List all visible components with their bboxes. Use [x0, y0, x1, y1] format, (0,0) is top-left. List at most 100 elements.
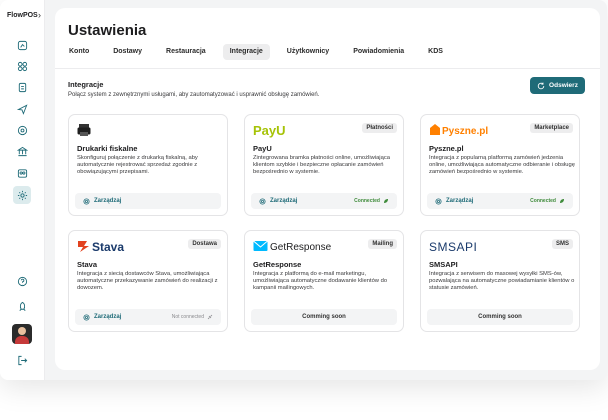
divider: [55, 68, 600, 69]
integration-card-stava: Stava Dostawa Stava Integracja z siecią …: [68, 230, 228, 332]
sidebar-item-orders[interactable]: [13, 78, 31, 96]
status-badge: Connected: [354, 198, 389, 204]
integration-card-smsapi: SMSAPI SMS SMSAPI Integracja z serwisem …: [420, 230, 580, 332]
sidebar-item-dashboard[interactable]: [13, 36, 31, 54]
manage-button[interactable]: Zarządzaj: [435, 197, 474, 205]
tab-konto[interactable]: Konto: [62, 44, 96, 60]
svg-text:PayU: PayU: [253, 123, 286, 138]
integration-card-pyszne: Pyszne.pl Marketplace Pyszne.pl Integrac…: [420, 114, 580, 216]
manage-label: Zarządzaj: [94, 314, 122, 320]
grid-icon: [17, 61, 27, 71]
manage-label: Zarządzaj: [94, 198, 122, 204]
coming-soon-label: Comming soon: [302, 314, 346, 320]
leaf-icon: [560, 199, 564, 203]
printer-icon: [77, 121, 91, 138]
pyszne-logo: Pyszne.pl: [429, 121, 489, 138]
status-label: Not connected: [171, 314, 204, 320]
getresponse-logo: GetResponse: [253, 237, 333, 254]
logout-icon: [17, 355, 27, 365]
category-badge: Płatności: [362, 123, 397, 133]
tab-integracje[interactable]: Integracje: [222, 44, 270, 60]
sidebar-item-bank[interactable]: [13, 142, 31, 160]
send-icon: [16, 103, 27, 115]
sidebar-item-location[interactable]: [13, 121, 31, 139]
card-name: SMSAPI: [429, 260, 458, 269]
card-description: Integracja z serwisem do masowej wysyłki…: [429, 271, 575, 292]
card-name: PayU: [253, 144, 272, 153]
gear-icon: [83, 197, 90, 205]
integration-card-payu: PayU Płatności PayU Zintegrowana bramka …: [244, 114, 404, 216]
integration-card-printers: Drukarki fiskalne Skonfiguruj połączenie…: [68, 114, 228, 216]
page-title: Ustawienia: [68, 22, 147, 39]
payu-logo: PayU: [253, 121, 293, 138]
manage-button[interactable]: Zarządzaj: [83, 313, 122, 321]
tab-restauracja[interactable]: Restauracja: [159, 44, 213, 60]
unplugged-icon: [207, 314, 213, 320]
category-badge: Marketplace: [530, 123, 573, 133]
coming-soon-bar: Comming soon: [251, 309, 397, 325]
settings-panel: Ustawienia Konto Dostawy Restauracja Int…: [55, 8, 600, 370]
card-description: Zintegrowana bramka płatności online, um…: [253, 155, 390, 176]
manage-button[interactable]: Zarządzaj: [83, 197, 122, 205]
tab-dostawy[interactable]: Dostawy: [106, 44, 149, 60]
manage-label: Zarządzaj: [270, 198, 298, 204]
tab-kds[interactable]: KDS: [421, 44, 450, 60]
card-action-bar: Zarządzaj Connected: [427, 193, 573, 209]
section-description: Połącz system z zewnętrznymi usługami, a…: [68, 92, 320, 98]
settings-icon: [17, 190, 27, 200]
card-action-bar: Zarządzaj: [75, 193, 221, 209]
sidebar-item-rocket[interactable]: [13, 297, 31, 315]
coming-soon-label: Comming soon: [478, 314, 522, 320]
sidebar-item-grid[interactable]: [13, 57, 31, 75]
team-icon: [17, 168, 27, 178]
card-description: Integracja z platformą do e-mail marketi…: [253, 271, 388, 292]
gear-icon: [435, 197, 442, 205]
status-badge: Connected: [530, 198, 565, 204]
dashboard-icon: [17, 40, 27, 50]
manage-label: Zarządzaj: [446, 198, 474, 204]
collapse-chevron-icon[interactable]: ›: [38, 10, 41, 20]
sidebar-item-send[interactable]: [13, 100, 31, 118]
section-title: Integracje: [68, 80, 104, 89]
avatar[interactable]: [12, 324, 32, 344]
bank-icon: [16, 146, 28, 156]
card-name: Pyszne.pl: [429, 144, 464, 153]
tab-powiadomienia[interactable]: Powiadomienia: [346, 44, 411, 60]
sidebar-item-help[interactable]: [13, 272, 31, 290]
sidebar: FlowPOS ›: [0, 0, 45, 380]
manage-button[interactable]: Zarządzaj: [259, 197, 298, 205]
rocket-icon: [18, 301, 26, 311]
svg-text:Pyszne.pl: Pyszne.pl: [442, 126, 488, 137]
status-badge: Not connected: [172, 314, 213, 320]
stava-logo: Stava: [77, 237, 137, 254]
card-description: Integracja z popularną platformą zamówie…: [429, 155, 575, 176]
tab-bar: Konto Dostawy Restauracja Integracje Uży…: [62, 44, 460, 60]
status-label: Connected: [530, 198, 556, 204]
category-badge: Mailing: [368, 239, 397, 249]
status-label: Connected: [354, 198, 380, 204]
refresh-button[interactable]: Odswierz: [530, 77, 585, 94]
sidebar-item-settings[interactable]: [13, 186, 31, 204]
svg-text:GetResponse: GetResponse: [270, 242, 332, 253]
card-action-bar: Zarządzaj Not connected: [75, 309, 221, 325]
refresh-label: Odswierz: [549, 82, 578, 89]
leaf-icon: [384, 199, 388, 203]
card-name: Stava: [77, 260, 98, 269]
category-badge: Dostawa: [188, 239, 221, 249]
card-action-bar: Zarządzaj Connected: [251, 193, 397, 209]
sidebar-item-logout[interactable]: [13, 351, 31, 369]
sidebar-item-team[interactable]: [13, 164, 31, 182]
app-window: FlowPOS › Ustawienia Konto Dostawy Resta…: [0, 0, 607, 380]
location-icon: [17, 125, 27, 135]
refresh-icon: [537, 82, 545, 89]
integration-card-getresponse: GetResponse Mailing GetResponse Integrac…: [244, 230, 404, 332]
gear-icon: [83, 313, 90, 321]
app-logo: FlowPOS: [7, 12, 38, 19]
card-name: GetResponse: [253, 260, 302, 269]
gear-icon: [259, 197, 266, 205]
card-name: Drukarki fiskalne: [77, 144, 138, 153]
tab-uzytkownicy[interactable]: Użytkownicy: [280, 44, 336, 60]
category-badge: SMS: [551, 239, 573, 249]
svg-text:SMSAPI: SMSAPI: [429, 240, 477, 254]
smsapi-logo: SMSAPI: [429, 237, 489, 254]
